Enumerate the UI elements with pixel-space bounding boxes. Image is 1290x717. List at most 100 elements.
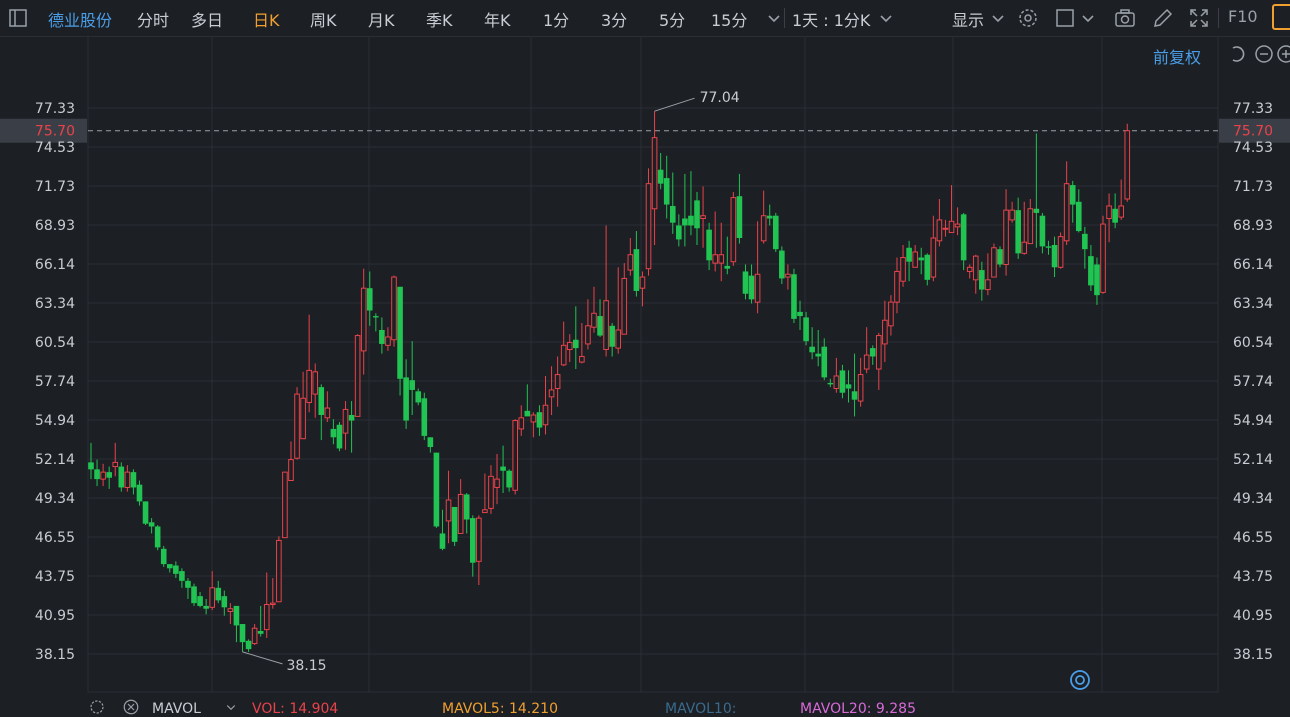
candle-body — [142, 501, 149, 524]
camera-icon[interactable] — [1113, 6, 1137, 30]
high-label: 77.04 — [700, 90, 740, 106]
pen-icon[interactable] — [1151, 6, 1175, 30]
candle-body — [912, 251, 918, 268]
candle — [954, 207, 961, 236]
candle-body — [730, 197, 737, 263]
tab-period-10[interactable]: 15分 — [711, 7, 747, 31]
candle — [542, 375, 549, 435]
checkbox-icon[interactable] — [1053, 6, 1077, 30]
candle-body — [1009, 209, 1015, 221]
candle-body — [330, 428, 337, 438]
candle — [779, 246, 785, 285]
candle-body — [785, 273, 791, 278]
candle-body — [548, 389, 555, 398]
at-icon[interactable] — [1068, 668, 1092, 692]
candle-body — [706, 229, 712, 261]
chevron-down-icon[interactable] — [222, 698, 240, 716]
y-tick-left: 74.53 — [35, 140, 75, 156]
candle-body — [282, 471, 288, 539]
gear-icon[interactable] — [1016, 6, 1040, 30]
tab-period-6[interactable]: 年K — [484, 7, 511, 31]
candle — [336, 421, 343, 452]
candle — [373, 313, 379, 332]
chevron-down-icon[interactable] — [874, 6, 898, 30]
candle — [688, 171, 694, 236]
candle-body — [669, 205, 676, 223]
kline-chart[interactable]: 75.70 75.70 77.33 74.53 71.73 68.93 66.14 63.3… — [0, 36, 1290, 696]
fullscreen-icon[interactable] — [1187, 6, 1211, 30]
candle — [439, 509, 446, 551]
sidebar-toggle-icon[interactable] — [6, 6, 30, 30]
candle-body — [506, 470, 512, 488]
candle — [506, 469, 512, 492]
candle — [118, 462, 125, 492]
candle-body — [863, 354, 870, 370]
candle — [227, 603, 234, 625]
y-tick-left: 43.75 — [35, 569, 75, 585]
candle — [427, 437, 434, 453]
candle-body — [694, 200, 700, 229]
candle — [772, 212, 779, 252]
candle — [888, 295, 894, 336]
candle-body — [421, 398, 428, 436]
tab-period-8[interactable]: 3分 — [601, 7, 627, 31]
chevron-down-icon[interactable] — [1076, 6, 1100, 30]
tab-period-7[interactable]: 1分 — [543, 7, 569, 31]
candle — [88, 442, 94, 480]
close-icon[interactable] — [122, 698, 140, 716]
y-tick-left: 40.95 — [35, 608, 75, 624]
tab-period-5[interactable]: 季K — [426, 7, 453, 31]
gear-icon[interactable] — [88, 698, 106, 716]
tab-period-3[interactable]: 周K — [310, 7, 337, 31]
y-tick-right: 74.53 — [1233, 140, 1273, 156]
candle-body — [585, 325, 591, 345]
tab-period-0[interactable]: 分时 — [137, 7, 169, 31]
candle — [821, 338, 828, 381]
candle-body — [997, 249, 1003, 265]
candle — [754, 221, 761, 314]
stock-name[interactable]: 德业股份 — [48, 7, 112, 31]
candle-body — [954, 223, 961, 228]
candle-body — [700, 215, 706, 220]
y-axis-right: 77.33 74.53 71.73 68.93 66.14 63.34 60.54 57.74… — [1233, 101, 1273, 663]
candle-body — [894, 270, 900, 303]
candle — [203, 598, 209, 615]
candle-body — [609, 325, 615, 347]
chevron-down-icon[interactable] — [762, 6, 786, 30]
candle — [906, 240, 912, 282]
candle — [142, 501, 149, 526]
f10-button[interactable]: F10 — [1228, 7, 1258, 26]
tab-period-1[interactable]: 多日 — [191, 7, 223, 31]
candle-body — [972, 255, 979, 281]
candle-body — [603, 300, 609, 351]
candle-body — [257, 631, 264, 634]
candle — [312, 363, 319, 418]
candle-body — [1027, 208, 1034, 245]
chevron-down-icon[interactable] — [986, 6, 1010, 30]
candle-body — [312, 371, 319, 395]
display-menu[interactable]: 显示 — [952, 7, 984, 31]
candle — [270, 578, 276, 609]
candle — [421, 392, 428, 441]
candle-body — [366, 288, 373, 311]
candle-body — [270, 602, 276, 606]
candle-body — [191, 586, 197, 604]
candle — [803, 311, 809, 346]
candle-body — [1063, 183, 1070, 242]
panel-toggle-icon[interactable] — [1272, 4, 1290, 30]
candle — [1088, 244, 1094, 291]
candle-body — [397, 286, 403, 379]
plot-frame — [87, 36, 1219, 693]
candle — [573, 306, 579, 370]
candle-body — [936, 219, 943, 242]
tab-period-2[interactable]: 日K — [253, 7, 280, 31]
candle-body — [1045, 246, 1052, 248]
minute-mode-select[interactable]: 1天 : 1分K — [792, 7, 870, 31]
candle-body — [736, 196, 743, 239]
candle-body — [772, 215, 779, 250]
candle-body — [185, 580, 191, 588]
tab-period-4[interactable]: 月K — [368, 7, 395, 31]
candle — [1100, 215, 1106, 294]
tab-period-9[interactable]: 5分 — [659, 7, 685, 31]
candle-body — [979, 270, 985, 290]
